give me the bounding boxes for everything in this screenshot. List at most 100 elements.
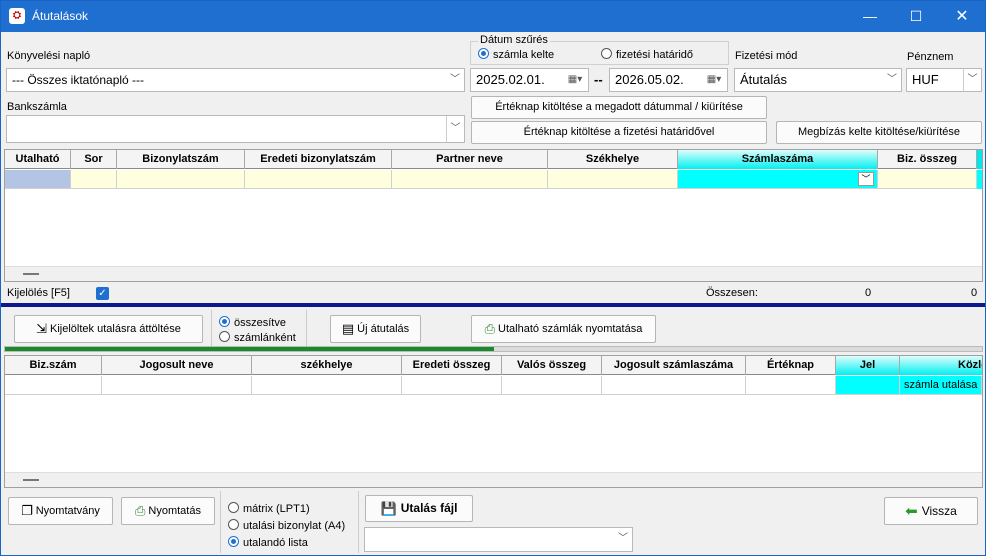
table-cell[interactable]: [5, 376, 102, 395]
table-cell[interactable]: [252, 376, 402, 395]
chevron-down-icon[interactable]: ﹀: [858, 172, 874, 186]
column-header[interactable]: székhelye: [252, 356, 402, 375]
column-header[interactable]: Jogosult számlaszáma: [602, 356, 746, 375]
vissza-button[interactable]: ⬅ Vissza: [884, 497, 978, 525]
scroll-thumb[interactable]: [23, 273, 39, 275]
erteknap-hatarido-button[interactable]: Értéknap kitöltése a fizetési határidőve…: [471, 121, 767, 144]
bottom-grid[interactable]: Biz.szám Jogosult neve székhelye Eredeti…: [4, 355, 983, 488]
osszesen-amount: 0: [971, 287, 978, 299]
table-cell[interactable]: [71, 170, 117, 189]
close-button[interactable]: ✕: [939, 1, 985, 32]
column-header[interactable]: Sor: [71, 150, 117, 169]
top-grid[interactable]: Utalható Sor Bizonylatszám Eredeti bizon…: [4, 149, 983, 282]
utalhato-nyomtatas-label: Utalható számlák nyomtatása: [498, 323, 643, 335]
radio-utalasi-bizonylat[interactable]: utalási bizonylat (A4): [228, 519, 345, 532]
radio-fizetesi-hatarido[interactable]: fizetési határidő: [601, 48, 693, 61]
column-header[interactable]: Eredeti összeg: [402, 356, 502, 375]
chevron-down-icon: ﹀: [887, 74, 897, 85]
utalhato-nyomtatas-button[interactable]: ⎙ Utalható számlák nyomtatása: [471, 315, 656, 343]
column-header[interactable]: Eredeti bizonylatszám: [245, 150, 392, 169]
column-header[interactable]: Utalható: [5, 150, 71, 169]
horizontal-scrollbar[interactable]: [5, 472, 982, 487]
column-header-extra: [977, 150, 982, 169]
divider: [306, 310, 307, 346]
radio-szamla-kelte[interactable]: számla kelte: [478, 48, 554, 61]
chevron-down-icon: ﹀: [450, 74, 460, 85]
column-header[interactable]: Számlaszáma: [678, 150, 878, 169]
penznem-select[interactable]: HUF ﹀: [906, 68, 982, 92]
table-cell[interactable]: [836, 376, 900, 395]
fizetesi-mod-value: Átutalás: [740, 72, 787, 87]
table-cell[interactable]: [502, 376, 602, 395]
radio-matrix[interactable]: mátrix (LPT1): [228, 502, 310, 515]
osszesen-label: Összesen:: [706, 287, 758, 299]
kijeloltek-attoltese-label: Kijelöltek utalásra áttöltése: [50, 323, 181, 335]
table-cell[interactable]: [548, 170, 678, 189]
radio-selected-icon: [228, 536, 239, 547]
table-cell[interactable]: [746, 376, 836, 395]
radio-empty-icon: [228, 502, 239, 513]
megbizas-kelte-button[interactable]: Megbízás kelte kitöltése/kiürítése: [776, 121, 982, 144]
radio-utalando-lista-label: utalandó lista: [243, 537, 308, 549]
horizontal-scrollbar[interactable]: [5, 266, 982, 281]
date-from-value: 2025.02.01.: [476, 72, 545, 87]
documents-icon: ❐: [21, 503, 33, 519]
main-window: ⛭ Átutalások — ☐ ✕ Könyvelési napló --- …: [0, 0, 986, 556]
radio-szamlankent[interactable]: számlánként: [219, 331, 296, 344]
table-cell[interactable]: [392, 170, 548, 189]
radio-osszesitve-label: összesítve: [234, 317, 286, 329]
calendar-icon[interactable]: ▦▾: [701, 69, 727, 91]
table-cell[interactable]: [602, 376, 746, 395]
splitter[interactable]: [1, 303, 985, 307]
fizetesi-mod-label: Fizetési mód: [735, 50, 798, 62]
column-header[interactable]: Közle: [900, 356, 982, 375]
nyomtatas-button[interactable]: ⎙ Nyomtatás: [121, 497, 215, 525]
column-header[interactable]: Székhelye: [548, 150, 678, 169]
fizetesi-mod-select[interactable]: Átutalás ﹀: [734, 68, 902, 92]
minimize-button[interactable]: —: [847, 1, 893, 32]
date-from-picker[interactable]: 2025.02.01. ▦▾: [470, 68, 589, 92]
bankszamla-select[interactable]: ﹀: [6, 115, 465, 143]
penznem-label: Pénznem: [907, 51, 954, 63]
scroll-thumb[interactable]: [23, 479, 39, 481]
konyvelesi-naplo-select[interactable]: --- Összes iktatónapló --- ﹀: [6, 68, 465, 92]
new-document-icon: ▤: [341, 321, 355, 337]
utalas-fajl-label: Utalás fájl: [400, 501, 458, 515]
date-to-picker[interactable]: 2026.05.02. ▦▾: [609, 68, 728, 92]
uj-atutalas-button[interactable]: ▤ Új átutalás: [330, 315, 421, 343]
table-cell[interactable]: ﹀: [678, 170, 878, 189]
column-header[interactable]: Bizonylatszám: [117, 150, 245, 169]
table-cell[interactable]: [117, 170, 245, 189]
kijeloles-checkbox[interactable]: ✓: [96, 287, 109, 300]
utalas-fajl-button[interactable]: 💾 Utalás fájl: [365, 495, 473, 522]
table-cell[interactable]: [5, 170, 71, 189]
column-header[interactable]: Partner neve: [392, 150, 548, 169]
table-cell[interactable]: [878, 170, 977, 189]
column-header[interactable]: Jel: [836, 356, 900, 375]
table-cell: [977, 170, 982, 189]
nyomtatvany-button[interactable]: ❐ Nyomtatvány: [8, 497, 113, 525]
progress-fill: [5, 347, 494, 351]
table-cell[interactable]: számla utalása: [900, 376, 982, 395]
table-cell[interactable]: [245, 170, 392, 189]
utalas-fajl-select[interactable]: ﹀: [364, 527, 633, 552]
column-header[interactable]: Értéknap: [746, 356, 836, 375]
calendar-icon[interactable]: ▦▾: [562, 69, 588, 91]
nyomtatvany-label: Nyomtatvány: [35, 505, 100, 517]
maximize-button[interactable]: ☐: [893, 1, 939, 32]
kijeloltek-attoltese-button[interactable]: ⇲ Kijelöltek utalásra áttöltése: [14, 315, 203, 343]
erteknap-datummal-button[interactable]: Értéknap kitöltése a megadott dátummal /…: [471, 96, 767, 119]
column-header[interactable]: Biz. összeg: [878, 150, 977, 169]
table-cell[interactable]: [102, 376, 252, 395]
column-header[interactable]: Biz.szám: [5, 356, 102, 375]
radio-fizetesi-hatarido-label: fizetési határidő: [616, 49, 694, 61]
osszesen-count: 0: [865, 287, 872, 299]
radio-utalando-lista[interactable]: utalandó lista: [228, 536, 308, 549]
column-header[interactable]: Jogosult neve: [102, 356, 252, 375]
window-title: Átutalások: [32, 9, 89, 23]
column-header[interactable]: Valós összeg: [502, 356, 602, 375]
radio-osszesitve[interactable]: összesítve: [219, 316, 286, 329]
table-cell[interactable]: [402, 376, 502, 395]
printer-icon: ⎙: [135, 503, 146, 519]
konyvelesi-naplo-value: --- Összes iktatónapló ---: [12, 73, 145, 87]
